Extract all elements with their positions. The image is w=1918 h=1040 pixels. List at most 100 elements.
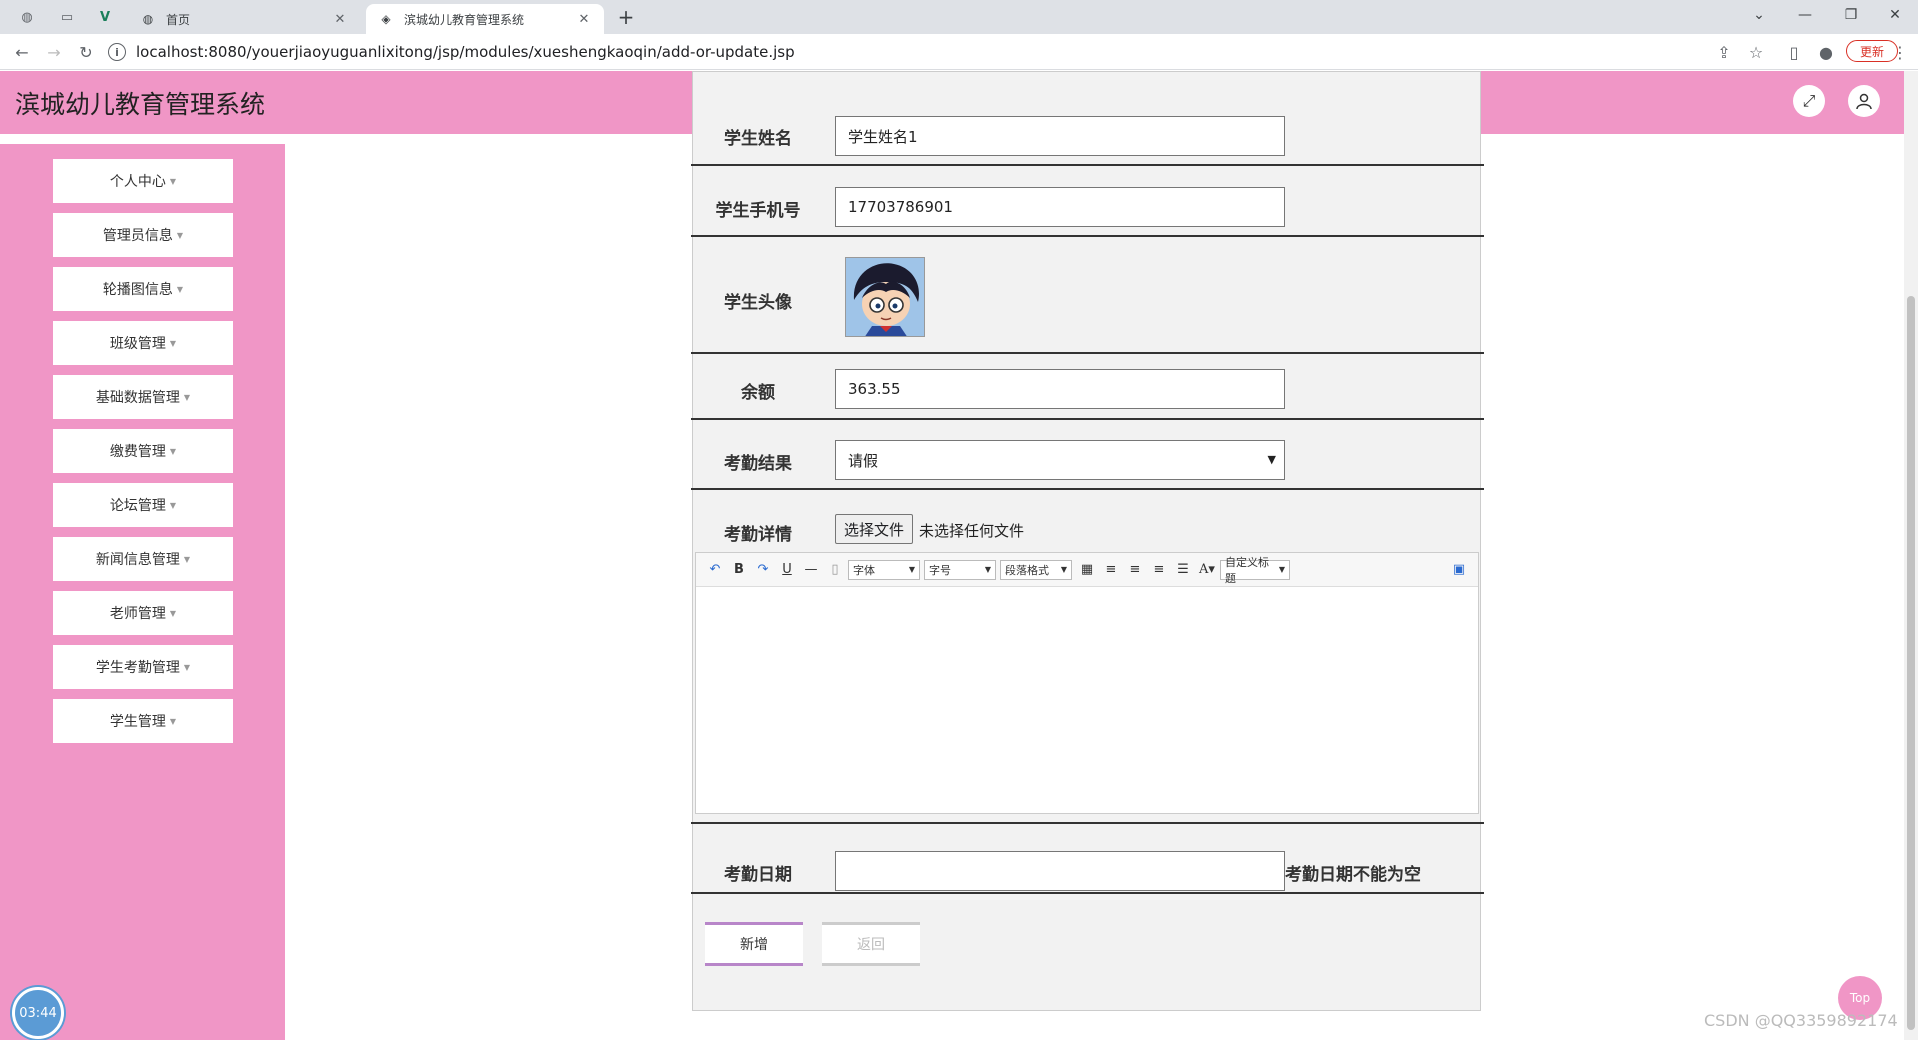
row-divider (691, 235, 1484, 237)
tab-app[interactable]: ◈ 滨城幼儿教育管理系统 ✕ (366, 4, 604, 34)
blank-page-icon[interactable]: ▯ (824, 560, 846, 580)
bookmark-star-icon[interactable]: ☆ (1744, 40, 1768, 64)
attendance-result-select[interactable]: 请假 ▼ (835, 440, 1285, 480)
row-divider (691, 822, 1484, 824)
share-icon[interactable]: ⇪ (1712, 40, 1736, 64)
back-arrow-icon[interactable]: ← (10, 40, 34, 64)
sidebar-item-label: 缴费管理 (109, 444, 166, 460)
tab-title: 首页 (166, 12, 191, 27)
size-select-label: 字号 (929, 563, 951, 577)
caret-down-icon: ▼ (169, 338, 177, 348)
table-icon[interactable]: ▦ (1076, 560, 1098, 580)
align-right-icon[interactable]: ≡ (1124, 560, 1146, 580)
row-divider (691, 488, 1484, 490)
attendance-date-input[interactable] (835, 851, 1285, 891)
pinned-tab-blank-icon[interactable]: ▭ (52, 6, 82, 28)
caret-down-icon: ▼ (183, 662, 191, 672)
add-button[interactable]: 新增 (705, 922, 803, 966)
sidebar-item-student-attendance[interactable]: 学生考勤管理 ▼ (53, 645, 233, 689)
sidebar-item-news[interactable]: 新闻信息管理 ▼ (53, 537, 233, 581)
sidebar-item-payment[interactable]: 缴费管理 ▼ (53, 429, 233, 473)
browser-tabstrip: ◍ ▭ V ◍ 首页 ✕ ◈ 滨城幼儿教育管理系统 ✕ + ⌄ — ❐ ✕ (0, 0, 1918, 34)
profile-icon[interactable]: ● (1814, 40, 1838, 64)
sidebar-item-label: 轮播图信息 (102, 282, 173, 298)
scrollbar-thumb[interactable] (1907, 296, 1915, 1030)
horizontal-rule-icon[interactable]: — (800, 560, 822, 580)
address-bar[interactable]: i localhost:8080/youerjiaoyuguanlixitong… (108, 38, 1754, 66)
tab-search-chevron-icon[interactable]: ⌄ (1736, 0, 1782, 30)
pinned-tab-vue-icon[interactable]: V (90, 6, 120, 28)
date-label: 考勤日期 (724, 865, 792, 885)
side-panel-icon[interactable]: ▯ (1782, 40, 1806, 64)
sidebar-item-label: 学生考勤管理 (95, 660, 180, 676)
result-label: 考勤结果 (724, 454, 792, 474)
window-close-icon[interactable]: ✕ (1872, 0, 1918, 30)
close-icon[interactable]: ✕ (332, 11, 348, 27)
avatar-label: 学生头像 (724, 293, 792, 313)
name-input[interactable]: 学生姓名1 (835, 116, 1285, 156)
restore-icon[interactable]: ❐ (1828, 0, 1874, 30)
tab-home[interactable]: ◍ 首页 ✕ (128, 4, 360, 34)
pinned-tab-globe-icon[interactable]: ◍ (12, 6, 42, 28)
date-error-message: 考勤日期不能为空 (1285, 865, 1421, 885)
sidebar-item-teachers[interactable]: 老师管理 ▼ (53, 591, 233, 635)
undo-icon[interactable]: ↶ (704, 560, 726, 580)
page-viewport: 滨城幼儿教育管理系统 ⤢ 个人中心 ▼ 管理员信息 ▼ 轮播图信息 ▼ 班级管理 ▼ 基… (0, 71, 1904, 1040)
align-center-icon[interactable]: ≡ (1148, 560, 1170, 580)
caret-down-icon: ▼ (169, 500, 177, 510)
row-divider (691, 352, 1484, 354)
editor-toolbar: ↶ B ↷ U — ▯ 字体 ▼ 字号 ▼ 段落格式 ▼ ▦ ≡ ≡ ≡ ☰ A▾ 自… (696, 553, 1478, 587)
sidebar-item-personal-center[interactable]: 个人中心 ▼ (53, 159, 233, 203)
page-scrollbar[interactable] (1904, 71, 1918, 1040)
paragraph-format-select[interactable]: 段落格式 ▼ (1000, 559, 1072, 580)
bold-icon[interactable]: B (728, 560, 750, 580)
reload-icon[interactable]: ↻ (74, 40, 98, 64)
redo-icon[interactable]: ↷ (752, 560, 774, 580)
sidebar: 个人中心 ▼ 管理员信息 ▼ 轮播图信息 ▼ 班级管理 ▼ 基础数据管理 ▼ 缴费管理 ▼ … (0, 144, 285, 1040)
tab-title: 滨城幼儿教育管理系统 (404, 12, 525, 27)
format-select-label: 段落格式 (1005, 563, 1049, 577)
fullscreen-editor-icon[interactable]: ▣ (1448, 560, 1470, 580)
close-icon[interactable]: ✕ (576, 11, 592, 27)
custom-title-select[interactable]: 自定义标题 ▼ (1220, 556, 1290, 585)
fullscreen-icon[interactable]: ⤢ (1793, 85, 1825, 117)
sidebar-item-students[interactable]: 学生管理 ▼ (53, 699, 233, 743)
justify-icon[interactable]: ☰ (1172, 560, 1194, 580)
more-menu-icon[interactable]: ⋮ (1888, 40, 1912, 64)
sidebar-item-admin-info[interactable]: 管理员信息 ▼ (53, 213, 233, 257)
caret-down-icon: ▼ (176, 230, 184, 240)
dropdown-icon: ▼ (1060, 565, 1067, 574)
forward-arrow-icon[interactable]: → (42, 40, 66, 64)
app-title: 滨城幼儿教育管理系统 (15, 90, 266, 119)
dropdown-icon: ▼ (1278, 565, 1285, 574)
underline-icon[interactable]: U (776, 560, 798, 580)
caret-down-icon: ▼ (169, 176, 177, 186)
phone-input[interactable]: 17703786901 (835, 187, 1285, 227)
balance-input[interactable]: 363.55 (835, 369, 1285, 409)
student-avatar[interactable] (845, 257, 925, 337)
sidebar-item-base-data[interactable]: 基础数据管理 ▼ (53, 375, 233, 419)
font-family-select[interactable]: 字体 ▼ (848, 559, 920, 580)
choose-file-button[interactable]: 选择文件 (835, 514, 914, 544)
font-size-select[interactable]: 字号 ▼ (924, 559, 996, 580)
align-left-icon[interactable]: ≡ (1100, 560, 1122, 580)
font-color-icon[interactable]: A▾ (1196, 560, 1218, 580)
sidebar-item-class-management[interactable]: 班级管理 ▼ (53, 321, 233, 365)
new-tab-plus-icon[interactable]: + (614, 5, 638, 29)
sidebar-item-forum[interactable]: 论坛管理 ▼ (53, 483, 233, 527)
caret-down-icon: ▼ (169, 716, 177, 726)
user-icon[interactable] (1848, 85, 1880, 117)
rich-text-editor: ↶ B ↷ U — ▯ 字体 ▼ 字号 ▼ 段落格式 ▼ ▦ ≡ ≡ ≡ ☰ A▾ 自… (695, 552, 1479, 814)
detail-label: 考勤详情 (724, 525, 792, 545)
sidebar-item-label: 新闻信息管理 (95, 552, 180, 568)
back-button[interactable]: 返回 (822, 922, 920, 966)
file-status-text: 未选择任何文件 (919, 522, 1025, 540)
watermark-text: CSDN @QQ3359892174 (1704, 1011, 1898, 1030)
timer-badge[interactable]: 03:44 (12, 987, 64, 1039)
minimize-icon[interactable]: — (1782, 0, 1828, 30)
info-icon[interactable]: i (108, 43, 126, 61)
sidebar-item-carousel-info[interactable]: 轮播图信息 ▼ (53, 267, 233, 311)
editor-content-area[interactable] (696, 587, 1478, 813)
custom-title-label: 自定义标题 (1225, 555, 1269, 585)
sidebar-item-label: 基础数据管理 (95, 390, 180, 406)
